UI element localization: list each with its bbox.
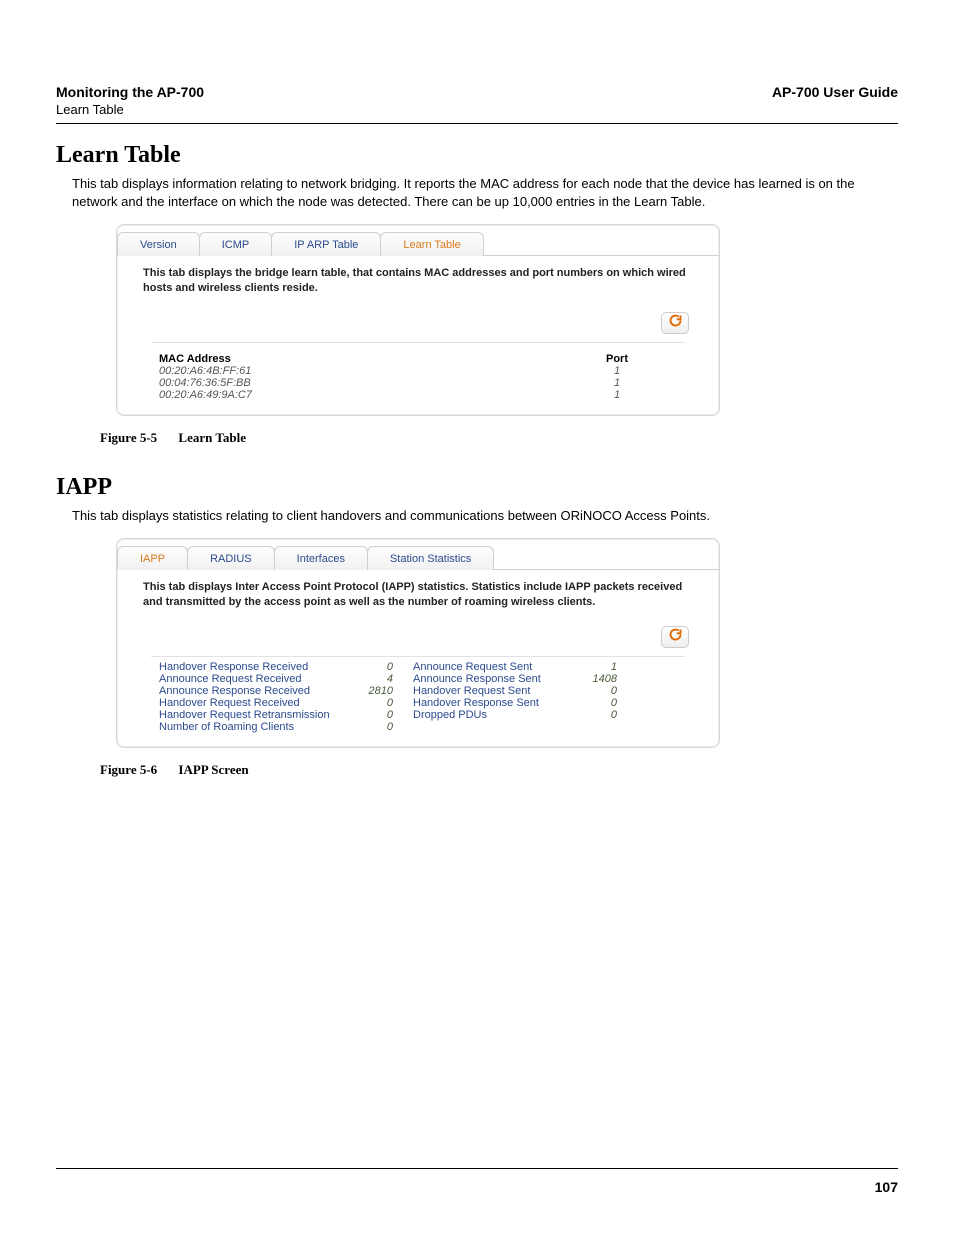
learn-table-description: This tab displays the bridge learn table…: [143, 266, 693, 296]
stat-value: 0: [573, 685, 617, 697]
stat-row: Handover Request Sent0: [413, 685, 617, 697]
stat-value: 0: [573, 697, 617, 709]
stat-value: 0: [349, 661, 393, 673]
table-row: 00:20:A6:4B:FF:61 1: [159, 365, 677, 377]
figure-title: IAPP Screen: [178, 762, 248, 777]
stat-value: 4: [349, 673, 393, 685]
iapp-tabs: IAPP RADIUS Interfaces Station Statistic…: [117, 538, 719, 570]
tab-radius[interactable]: RADIUS: [187, 546, 275, 570]
header-section-title: Monitoring the AP-700: [56, 84, 204, 100]
page-header: Monitoring the AP-700 Learn Table AP-700…: [56, 84, 898, 117]
learn-table-tabs: Version ICMP IP ARP Table Learn Table: [117, 224, 719, 256]
learn-table-panel: Version ICMP IP ARP Table Learn Table Th…: [116, 224, 720, 416]
port-cell: 1: [557, 377, 677, 389]
tab-version[interactable]: Version: [117, 232, 200, 256]
stat-row: Handover Response Sent0: [413, 697, 617, 709]
stat-value: 0: [349, 709, 393, 721]
stat-label: Dropped PDUs: [413, 709, 573, 721]
port-cell: 1: [557, 365, 677, 377]
col-header-mac: MAC Address: [159, 353, 459, 365]
stat-label: Announce Request Received: [159, 673, 349, 685]
port-cell: 1: [557, 389, 677, 401]
col-header-port: Port: [557, 353, 677, 365]
header-doc-title: AP-700 User Guide: [772, 84, 898, 100]
figure-number: Figure 5-5: [100, 430, 157, 445]
stat-value: 1408: [573, 673, 617, 685]
stat-value: 1: [573, 661, 617, 673]
refresh-button[interactable]: [661, 626, 689, 648]
refresh-button[interactable]: [661, 312, 689, 334]
tab-interfaces[interactable]: Interfaces: [274, 546, 368, 570]
table-row: 00:04:76:36:5F:BB 1: [159, 377, 677, 389]
tab-ip-arp-table[interactable]: IP ARP Table: [271, 232, 381, 256]
stat-value: 0: [349, 697, 393, 709]
stat-row: Handover Request Retransmission0: [159, 709, 393, 721]
section-heading-iapp: IAPP: [56, 474, 898, 501]
stat-label: Handover Response Received: [159, 661, 349, 673]
stat-row: Handover Response Received0: [159, 661, 393, 673]
stat-label: Handover Request Received: [159, 697, 349, 709]
stat-row: Number of Roaming Clients0: [159, 721, 393, 733]
learn-table-paragraph: This tab displays information relating t…: [72, 175, 898, 210]
iapp-stats: Handover Response Received0 Announce Req…: [151, 656, 685, 733]
learn-table-data: MAC Address Port 00:20:A6:4B:FF:61 1 00:…: [151, 342, 685, 401]
stat-row: Handover Request Received0: [159, 697, 393, 709]
stat-label: Announce Response Received: [159, 685, 349, 697]
stat-row: Dropped PDUs0: [413, 709, 617, 721]
tab-iapp[interactable]: IAPP: [117, 546, 188, 570]
figure-number: Figure 5-6: [100, 762, 157, 777]
tab-station-statistics[interactable]: Station Statistics: [367, 546, 494, 570]
table-row: 00:20:A6:49:9A:C7 1: [159, 389, 677, 401]
figure-title: Learn Table: [178, 430, 246, 445]
stat-label: Handover Request Sent: [413, 685, 573, 697]
tab-icmp[interactable]: ICMP: [199, 232, 273, 256]
iapp-paragraph: This tab displays statistics relating to…: [72, 507, 898, 525]
section-heading-learn-table: Learn Table: [56, 142, 898, 169]
iapp-panel: IAPP RADIUS Interfaces Station Statistic…: [116, 538, 720, 748]
stat-value: 2810: [349, 685, 393, 697]
figure-caption-5-5: Figure 5-5 Learn Table: [100, 430, 898, 446]
stat-row: Announce Response Received2810: [159, 685, 393, 697]
stat-value: 0: [349, 721, 393, 733]
mac-cell: 00:20:A6:4B:FF:61: [159, 365, 459, 377]
mac-cell: 00:20:A6:49:9A:C7: [159, 389, 459, 401]
stat-label: Number of Roaming Clients: [159, 721, 349, 733]
page-number: 107: [875, 1179, 898, 1195]
header-section-sub: Learn Table: [56, 102, 204, 117]
stat-label: Handover Response Sent: [413, 697, 573, 709]
iapp-description: This tab displays Inter Access Point Pro…: [143, 580, 693, 610]
stat-label: Announce Response Sent: [413, 673, 573, 685]
tab-learn-table[interactable]: Learn Table: [380, 232, 483, 256]
refresh-icon: [668, 627, 683, 647]
refresh-icon: [668, 313, 683, 333]
footer-rule: [56, 1168, 898, 1169]
stat-value: 0: [573, 709, 617, 721]
stat-row: Announce Request Received4: [159, 673, 393, 685]
stat-row: Announce Request Sent1: [413, 661, 617, 673]
stat-label: Announce Request Sent: [413, 661, 573, 673]
stat-row: Announce Response Sent1408: [413, 673, 617, 685]
header-rule: [56, 123, 898, 124]
figure-caption-5-6: Figure 5-6 IAPP Screen: [100, 762, 898, 778]
stat-label: Handover Request Retransmission: [159, 709, 349, 721]
mac-cell: 00:04:76:36:5F:BB: [159, 377, 459, 389]
